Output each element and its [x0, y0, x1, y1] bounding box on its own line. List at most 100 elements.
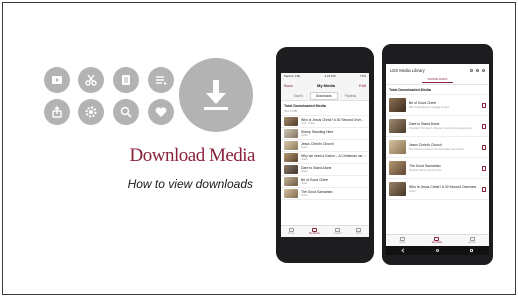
- thumbnail: [284, 189, 298, 198]
- sort-icon[interactable]: [476, 68, 479, 72]
- download-summary: Total Downloaded Media 312.3 MB: [281, 101, 369, 116]
- item-subtitle: Brief inspirational message of hope: [409, 105, 450, 109]
- item-subtitle: 4:43 · Video: [301, 122, 315, 126]
- tab-strip: DOWNLOADS: [386, 76, 489, 85]
- nav-bar: Back My Media Edit: [281, 80, 369, 91]
- list-item[interactable]: Who Is Jesus Christ? A 30 Second Overvie…: [386, 179, 489, 200]
- recents-icon[interactable]: [470, 249, 474, 252]
- video-icon: [44, 67, 70, 93]
- tab-my-media[interactable]: My Media: [309, 227, 320, 236]
- item-title: Jesus Christ's Church: [301, 141, 334, 146]
- thumbnail: [389, 98, 406, 112]
- item-title: Be of Good Cheer: [301, 177, 329, 182]
- item-title: The Good Samaritan: [409, 164, 441, 169]
- item-subtitle: Video: [301, 146, 308, 150]
- item-subtitle: President Thomas S. Monson recounts the …: [409, 126, 472, 130]
- thumbnail: [284, 141, 298, 150]
- tab-search[interactable]: Search: [334, 227, 342, 236]
- book-icon: [113, 67, 139, 93]
- tab-label: Home: [399, 241, 406, 245]
- edit-icon[interactable]: [470, 68, 473, 72]
- nav-title: My Media: [316, 83, 335, 88]
- thumbnail: [284, 117, 298, 126]
- trash-icon[interactable]: [482, 165, 486, 171]
- slide-title: Download Media: [129, 145, 256, 166]
- search-icon: [469, 236, 475, 241]
- iphone-mockup: Verizon LTE 4:21 PM 77% Back My Media Ed…: [276, 47, 374, 263]
- home-button-icon[interactable]: [435, 249, 439, 252]
- list-item[interactable]: Dare to Stand Alone Video: [281, 164, 369, 176]
- item-title: Dare to Stand Alone: [301, 165, 332, 170]
- back-button[interactable]: Back: [284, 83, 293, 88]
- list-item[interactable]: Sheep Standing Here Audio: [281, 128, 369, 140]
- item-subtitle: Audio: [301, 134, 308, 138]
- summary-label: Total Downloaded Media: [389, 88, 431, 92]
- tab-label: My Media: [431, 241, 443, 245]
- trash-icon[interactable]: [482, 186, 486, 192]
- slide-subtitle: How to view downloads: [127, 177, 253, 191]
- summary-size: 312.3 MB: [284, 109, 297, 113]
- tab-label: Home: [288, 232, 295, 236]
- heart-icon: [148, 99, 174, 125]
- back-icon[interactable]: [401, 248, 406, 253]
- iphone-screen: Verizon LTE 4:21 PM 77% Back My Media Ed…: [281, 73, 369, 237]
- tab-downloads[interactable]: DOWNLOADS: [421, 77, 454, 83]
- item-title: Be of Good Cheer: [409, 101, 437, 106]
- search-icon: [113, 99, 139, 125]
- list-item[interactable]: Jesus Christ's Church The Church of Jesus…: [386, 137, 489, 158]
- item-subtitle: Video: [409, 189, 416, 193]
- item-subtitle: Video: [301, 170, 308, 174]
- tab-label: Search: [334, 232, 342, 236]
- home-icon: [399, 236, 405, 241]
- list-item[interactable]: Be of Good Cheer Brief inspirational mess…: [386, 95, 489, 116]
- list-item[interactable]: Who is Jesus Christ? A 30 Second Overvie…: [281, 116, 369, 128]
- status-bar: Verizon LTE 4:21 PM 77%: [281, 73, 369, 80]
- segment-downloads[interactable]: Downloads: [309, 91, 338, 100]
- item-title: Who is Jesus Christ? A 30 Second Overvie…: [301, 117, 366, 122]
- tab-search[interactable]: Search: [468, 236, 476, 245]
- tab-label: My Media: [309, 232, 320, 236]
- trash-icon[interactable]: [482, 102, 486, 108]
- media-icon: [434, 236, 440, 241]
- segmented-control: Saved Downloads Playlists: [281, 91, 369, 101]
- trash-icon[interactable]: [482, 123, 486, 129]
- list-item[interactable]: The Good Samaritan Parable told by Jesus …: [386, 158, 489, 179]
- tab-home[interactable]: Home: [288, 227, 295, 236]
- tab-home[interactable]: Home: [399, 236, 406, 245]
- tab-label: More: [356, 232, 362, 236]
- playlist-icon: [148, 67, 174, 93]
- item-subtitle: Parable told by Jesus Christ: [409, 168, 442, 172]
- share-icon: [44, 99, 70, 125]
- battery-label: 77%: [359, 74, 366, 78]
- search-icon: [335, 227, 341, 232]
- slide: Download Media How to view downloads Ver…: [2, 2, 516, 295]
- summary-label: Total Downloaded Media: [284, 104, 326, 108]
- trash-icon[interactable]: [482, 144, 486, 150]
- tab-bar: Home My Media Search More: [281, 225, 369, 237]
- list-item[interactable]: Jesus Christ's Church Video: [281, 140, 369, 152]
- list-item[interactable]: Why we need a Savior – A Christmas messa…: [281, 152, 369, 164]
- overflow-icon[interactable]: [482, 68, 485, 72]
- android-screen: LDS Media Library DOWNLOADS Total Downlo…: [386, 64, 489, 255]
- list-item[interactable]: The Good Samaritan Video: [281, 188, 369, 200]
- more-icon: [356, 227, 362, 232]
- download-icon: [179, 58, 253, 132]
- item-title: Who Is Jesus Christ? A 30 Second Overvie…: [409, 185, 477, 190]
- segment-saved[interactable]: Saved: [289, 93, 308, 99]
- item-title: Why we need a Savior – A Christmas messa…: [301, 153, 366, 158]
- list-item[interactable]: Dare to Stand Alone President Thomas S. M…: [386, 116, 489, 137]
- edit-button[interactable]: Edit: [359, 83, 366, 88]
- android-mockup: LDS Media Library DOWNLOADS Total Downlo…: [382, 44, 493, 265]
- tab-my-media[interactable]: My Media: [431, 236, 443, 245]
- gear-icon: [78, 99, 104, 125]
- app-title: LDS Media Library: [390, 67, 425, 73]
- thumbnail: [389, 140, 406, 154]
- download-summary: Total Downloaded Media: [386, 85, 489, 95]
- scissors-icon: [78, 67, 104, 93]
- segment-playlists[interactable]: Playlists: [340, 93, 362, 99]
- carrier-label: Verizon LTE: [284, 74, 301, 78]
- app-bar: LDS Media Library: [386, 64, 489, 76]
- tab-label: Search: [468, 241, 476, 245]
- list-item[interactable]: Be of Good Cheer Video: [281, 176, 369, 188]
- tab-more[interactable]: More: [356, 227, 362, 236]
